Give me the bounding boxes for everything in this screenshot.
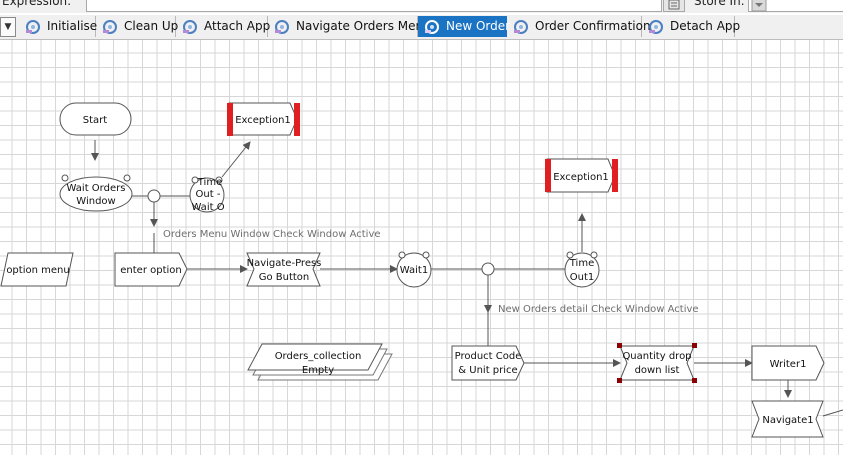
page-icon — [26, 20, 40, 34]
tab-order-confirmation[interactable]: Order Confirmation — [507, 16, 651, 37]
expression-input[interactable] — [86, 0, 662, 12]
start-stage[interactable]: Start — [59, 102, 132, 136]
timeout1-label-1: Time — [569, 258, 594, 269]
option-menu-stage[interactable]: option menu — [0, 252, 74, 287]
product-code-label-1: Product Code — [455, 351, 522, 362]
timeout1-label-2: Out1 — [570, 272, 595, 283]
tab-label: New Order — [446, 19, 511, 33]
page-icon — [425, 20, 439, 34]
timeout1-stage[interactable]: Time Out1 — [564, 251, 600, 288]
tab-label: Navigate Orders Menu — [296, 19, 431, 33]
selection-handle[interactable] — [692, 378, 697, 383]
tab-label: Order Confirmation — [535, 19, 651, 33]
exception-stage-2[interactable]: Exception1 — [545, 158, 618, 193]
selection-handle[interactable] — [617, 378, 622, 383]
writer1-label: Writer1 — [770, 359, 807, 370]
tab-navigate-orders-menu[interactable]: Navigate Orders Menu — [268, 16, 431, 37]
quantity-dropdown-label-2: down list — [635, 365, 680, 376]
timeout-wait-stage[interactable]: Time Out - Wait O — [189, 176, 225, 213]
page-icon — [514, 20, 528, 34]
expression-label: Expression: — [2, 0, 72, 8]
process-canvas[interactable]: Start Wait Orders Window Time Out - Wait… — [0, 40, 843, 455]
tab-clean-up[interactable]: Clean Up — [96, 16, 179, 37]
new-orders-link-label: New Orders detail Check Window Active — [498, 304, 699, 315]
timeout-wait-label-2: Out - — [196, 189, 221, 200]
page-tab-bar: ▼ Initialise Clean Up Attach App Navigat… — [0, 15, 843, 40]
product-code-label-2: & Unit price — [458, 365, 517, 376]
expression-bar: Expression: Store In: — [0, 0, 843, 13]
tab-list-dropdown[interactable]: ▼ — [0, 17, 16, 37]
wait-orders-label-1: Wait Orders — [67, 183, 126, 194]
navigate-press-label-2: Go Button — [259, 272, 310, 283]
data-item-icon — [751, 0, 767, 12]
wait-orders-stage[interactable]: Wait Orders Window — [59, 174, 133, 212]
link-timeout-exception — [221, 141, 251, 178]
exception-label-2: Exception1 — [553, 172, 609, 183]
tab-label: Initialise — [47, 19, 98, 33]
orders-collection-stage[interactable]: Orders_collection Empty — [247, 343, 393, 381]
wait-orders-label-2: Window — [76, 196, 115, 207]
navigate-press-label-1: Navigate-Press — [247, 258, 322, 269]
tab-label: Clean Up — [124, 19, 179, 33]
calculator-icon — [668, 0, 680, 10]
option-menu-label: option menu — [6, 265, 69, 276]
exception-stage[interactable]: Exception1 — [227, 102, 300, 136]
expression-builder-button[interactable] — [663, 0, 685, 12]
store-in-label: Store In: — [694, 0, 745, 8]
timeout-wait-label-3: Wait O — [191, 202, 224, 213]
page-icon — [103, 20, 117, 34]
choice-junction[interactable] — [147, 189, 161, 203]
selection-handle[interactable] — [692, 343, 697, 348]
start-label: Start — [83, 115, 108, 126]
timeout-wait-label-1: Time — [197, 177, 222, 188]
tab-initialise[interactable]: Initialise — [19, 16, 98, 37]
tab-new-order[interactable]: New Order — [418, 16, 511, 37]
navigate1-label: Navigate1 — [762, 415, 813, 426]
enter-option-label: enter option — [120, 265, 181, 276]
orders-menu-link-label: Orders Menu Window Check Window Active — [163, 229, 381, 240]
page-icon — [183, 20, 197, 34]
quantity-dropdown-stage[interactable]: Quantity drop down list — [617, 343, 697, 383]
page-icon — [275, 20, 289, 34]
choice-junction-2[interactable] — [481, 262, 495, 276]
store-in-input[interactable] — [748, 0, 843, 12]
tab-attach-app[interactable]: Attach App — [176, 16, 271, 37]
tab-detach-app[interactable]: Detach App — [642, 16, 740, 37]
page-icon — [649, 20, 663, 34]
exception-label: Exception1 — [235, 115, 291, 126]
navigate-press-stage[interactable]: Navigate-Press Go Button — [246, 252, 322, 287]
link-navigate-offscreen — [822, 409, 843, 417]
chevron-down-icon: ▼ — [4, 22, 12, 32]
wait1-label: Wait1 — [400, 265, 428, 276]
tab-label: Attach App — [204, 19, 271, 33]
product-code-stage[interactable]: Product Code & Unit price — [451, 345, 525, 381]
orders-collection-label-2: Empty — [302, 365, 334, 376]
selection-handle[interactable] — [617, 343, 622, 348]
wait1-stage[interactable]: Wait1 — [396, 251, 432, 288]
quantity-dropdown-label-1: Quantity drop — [622, 351, 691, 362]
enter-option-stage[interactable]: enter option — [114, 252, 188, 287]
writer1-stage[interactable]: Writer1 — [751, 345, 825, 381]
navigate1-stage[interactable]: Navigate1 — [751, 400, 824, 438]
orders-collection-label-1: Orders_collection — [275, 351, 362, 362]
tab-label: Detach App — [670, 19, 741, 33]
